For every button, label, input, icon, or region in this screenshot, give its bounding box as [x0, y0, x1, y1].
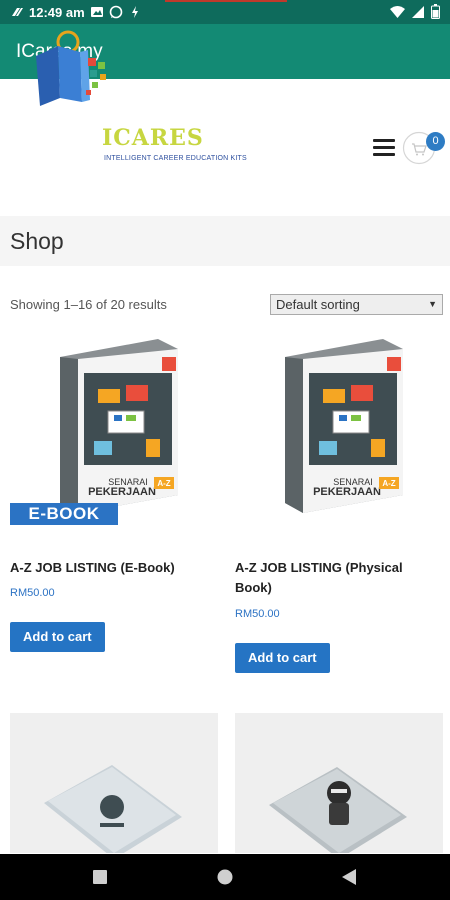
home-icon[interactable]: [195, 854, 255, 900]
status-left: 12:49 am: [10, 3, 142, 21]
cover-corner: A-Z: [157, 479, 170, 488]
signal-icon: [412, 5, 424, 18]
status-bar: 12:49 am: [0, 0, 450, 24]
network-icon: [12, 8, 23, 16]
logo-subtitle: INTELLIGENT CAREER EDUCATION KITS: [104, 155, 247, 162]
sort-select[interactable]: Default sorting ▼: [270, 294, 443, 315]
cover-title-2: PEKERJAAN: [313, 486, 381, 498]
product-image-physical[interactable]: SENARAI PEKERJAAN A-Z: [275, 335, 410, 515]
charging-icon: [131, 6, 138, 18]
gallery-icon: [90, 7, 103, 17]
battery-icon: [431, 4, 440, 19]
recents-icon[interactable]: [70, 854, 130, 900]
product-image-booklet: [44, 765, 182, 853]
logo-title: ICARES: [102, 125, 204, 151]
results-count: Showing 1–16 of 20 results: [10, 297, 167, 312]
icares-logo[interactable]: [36, 28, 266, 108]
cart-count-badge: 0: [426, 132, 445, 151]
ebook-badge: E-BOOK: [10, 503, 118, 525]
wifi-icon: [390, 5, 405, 18]
hamburger-menu-icon[interactable]: [373, 139, 395, 157]
status-right: [390, 4, 440, 19]
product-name[interactable]: A-Z JOB LISTING (E-Book): [10, 558, 175, 578]
shop-title-band: Shop: [0, 216, 450, 266]
cover-title-2: PEKERJAAN: [88, 486, 156, 498]
logo-book-icon: [36, 30, 106, 106]
add-to-cart-button[interactable]: Add to cart: [235, 643, 330, 673]
dropdown-arrow-icon: ▼: [428, 299, 437, 309]
product-price: RM50.00: [10, 587, 55, 599]
product-name-line-1[interactable]: A-Z JOB LISTING (Physical: [235, 558, 403, 578]
status-time: 12:49 am: [29, 4, 85, 20]
sort-selected-value: Default sorting: [276, 297, 360, 312]
cover-corner: A-Z: [382, 479, 395, 488]
product-image-ebook[interactable]: SENARAI PEKERJAAN A-Z: [50, 335, 185, 515]
status-indicator-line: [165, 0, 287, 2]
product-image-booklet: [269, 767, 407, 853]
back-icon[interactable]: [320, 854, 380, 900]
product-tile[interactable]: [235, 713, 443, 853]
product-tile[interactable]: [10, 713, 218, 853]
page-title: Shop: [10, 228, 64, 254]
whatsapp-icon: [109, 5, 122, 19]
system-nav-bar: [0, 854, 450, 900]
add-to-cart-button[interactable]: Add to cart: [10, 622, 105, 652]
product-name-line-2[interactable]: Book): [235, 578, 272, 598]
product-price: RM50.00: [235, 608, 280, 620]
